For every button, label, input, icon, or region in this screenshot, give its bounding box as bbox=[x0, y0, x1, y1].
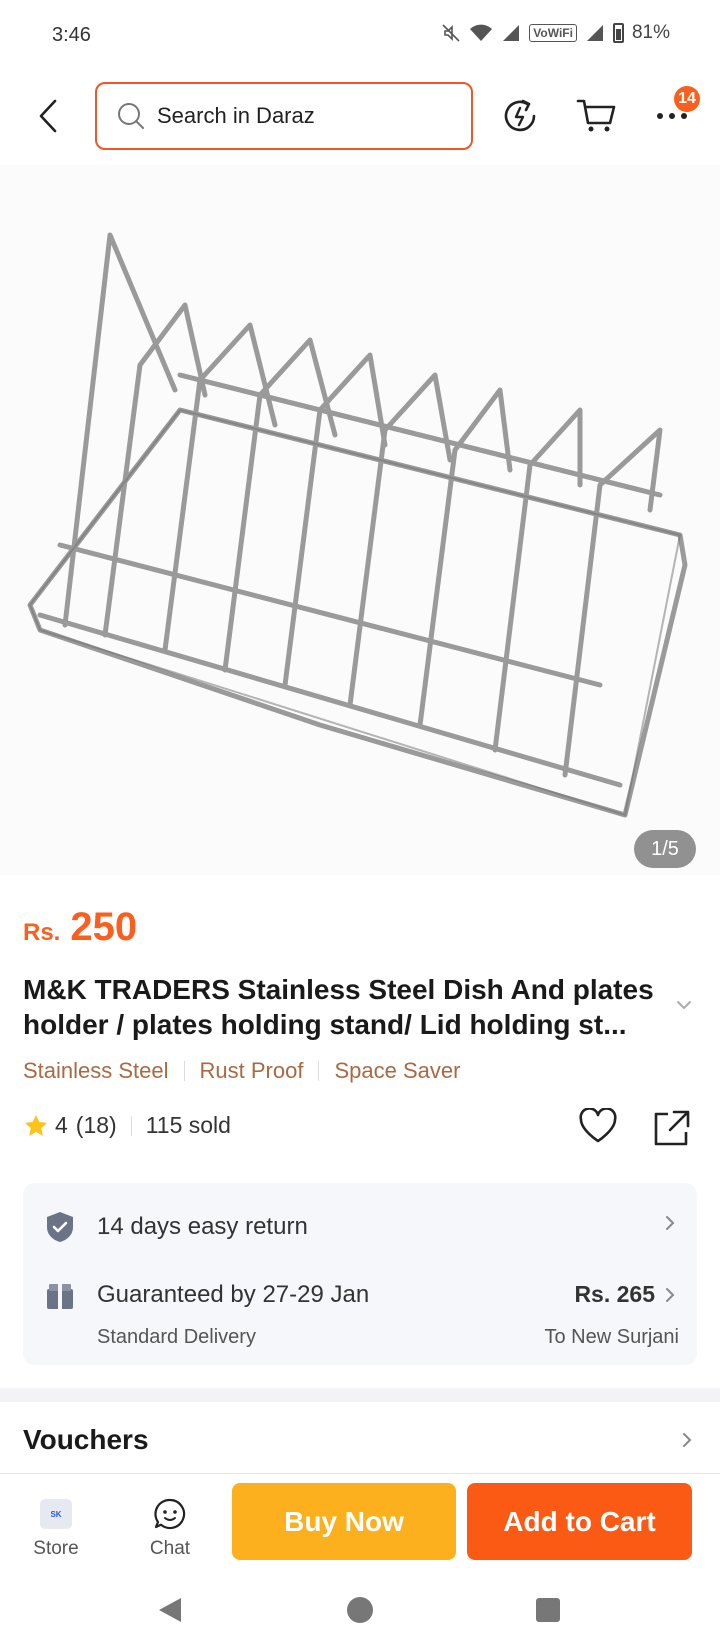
product-image-gallery[interactable]: 1/5 bbox=[0, 165, 720, 875]
nav-recents-button[interactable] bbox=[528, 1590, 568, 1630]
product-image bbox=[27, 232, 688, 818]
mute-icon bbox=[442, 24, 460, 42]
history-icon bbox=[504, 99, 536, 132]
product-price: Rs. 250 bbox=[23, 905, 137, 950]
star-icon bbox=[25, 1114, 47, 1136]
buy-now-button[interactable]: Buy Now bbox=[232, 1483, 456, 1560]
more-icon bbox=[657, 113, 687, 119]
status-bar: 3:46 VoWiFi 81% bbox=[0, 0, 720, 72]
return-policy-row[interactable]: 14 days easy return bbox=[45, 1207, 675, 1247]
square-recents-icon bbox=[536, 1598, 560, 1622]
triangle-back-icon bbox=[159, 1598, 181, 1622]
delivery-location: To New Surjani bbox=[544, 1326, 679, 1348]
circle-home-icon bbox=[347, 1597, 373, 1623]
nav-back-button[interactable] bbox=[150, 1590, 190, 1630]
wishlist-button[interactable] bbox=[578, 1107, 618, 1149]
battery-level: 81% bbox=[631, 22, 670, 43]
bottom-action-bar: SK Store Chat Buy Now Add to Cart bbox=[0, 1473, 720, 1573]
delivery-guarantee: Guaranteed by 27-29 Jan bbox=[97, 1281, 370, 1308]
chat-icon-wrap bbox=[130, 1496, 210, 1532]
delivery-fee: Rs. 265 bbox=[574, 1281, 655, 1307]
share-icon bbox=[654, 1110, 690, 1146]
heart-icon bbox=[579, 1107, 617, 1143]
tag-space-saver: Space Saver bbox=[334, 1058, 461, 1083]
more-button[interactable]: 14 bbox=[648, 86, 700, 140]
chevron-right-icon bbox=[683, 1433, 692, 1447]
history-button[interactable] bbox=[496, 92, 544, 140]
battery-icon bbox=[612, 23, 624, 43]
add-to-cart-button[interactable]: Add to Cart bbox=[467, 1483, 692, 1560]
search-placeholder: Search in Daraz bbox=[157, 103, 315, 128]
chevron-right-icon bbox=[666, 1216, 675, 1230]
tag-stainless-steel: Stainless Steel bbox=[23, 1058, 169, 1083]
image-counter: 1/5 bbox=[634, 830, 696, 868]
chat-icon bbox=[154, 1498, 186, 1530]
sold-count: 115 sold bbox=[145, 1112, 231, 1138]
product-tags: Stainless Steel Rust Proof Space Saver bbox=[23, 1058, 460, 1084]
shield-check-icon bbox=[47, 1212, 73, 1242]
signal-icon bbox=[503, 25, 520, 41]
return-text: 14 days easy return bbox=[97, 1213, 308, 1240]
top-header: Search in Daraz 14 bbox=[0, 78, 720, 154]
store-button[interactable]: SK Store bbox=[16, 1496, 96, 1560]
notification-badge: 14 bbox=[674, 86, 700, 112]
share-button[interactable] bbox=[652, 1108, 692, 1153]
store-label: Store bbox=[33, 1538, 79, 1559]
cart-icon bbox=[576, 99, 616, 132]
rating-value: 4 bbox=[55, 1112, 68, 1138]
vowifi-badge: VoWiFi bbox=[529, 24, 577, 42]
package-icon bbox=[47, 1284, 73, 1309]
chevron-right-icon bbox=[666, 1288, 675, 1302]
nav-home-button[interactable] bbox=[340, 1590, 380, 1630]
chevron-left-icon bbox=[39, 99, 57, 133]
rating-divider bbox=[130, 1115, 132, 1136]
rating-row[interactable]: 4 (18) 115 sold bbox=[23, 1112, 231, 1139]
store-icon-wrap: SK bbox=[16, 1496, 96, 1532]
tag-rust-proof: Rust Proof bbox=[199, 1058, 304, 1083]
expand-title-button[interactable] bbox=[676, 997, 692, 1015]
review-count: (18) bbox=[75, 1112, 117, 1138]
service-card: 14 days easy return Guaranteed by 27-29 … bbox=[23, 1183, 697, 1365]
section-divider bbox=[0, 1388, 720, 1402]
chevron-down-icon bbox=[677, 1001, 691, 1010]
cart-button[interactable] bbox=[572, 92, 620, 140]
tag-divider bbox=[183, 1061, 185, 1081]
status-icons: VoWiFi 81% bbox=[441, 22, 670, 44]
product-title[interactable]: M&K TRADERS Stainless Steel Dish And pla… bbox=[23, 972, 673, 1042]
price-currency: Rs. bbox=[23, 919, 61, 946]
vouchers-row[interactable]: Vouchers bbox=[0, 1402, 720, 1472]
back-button[interactable] bbox=[28, 92, 68, 140]
wifi-icon bbox=[470, 24, 493, 41]
system-nav-bar bbox=[0, 1574, 720, 1650]
chat-button[interactable]: Chat bbox=[130, 1496, 210, 1560]
search-icon bbox=[118, 103, 144, 129]
delivery-type: Standard Delivery bbox=[97, 1326, 256, 1348]
tag-divider bbox=[318, 1061, 320, 1081]
search-input[interactable]: Search in Daraz bbox=[95, 82, 473, 150]
status-time: 3:46 bbox=[52, 24, 91, 46]
price-value: 250 bbox=[70, 905, 138, 949]
vouchers-label: Vouchers bbox=[23, 1424, 149, 1455]
store-logo-icon: SK bbox=[40, 1499, 72, 1529]
chat-label: Chat bbox=[149, 1538, 191, 1559]
signal-icon-2 bbox=[586, 25, 603, 41]
